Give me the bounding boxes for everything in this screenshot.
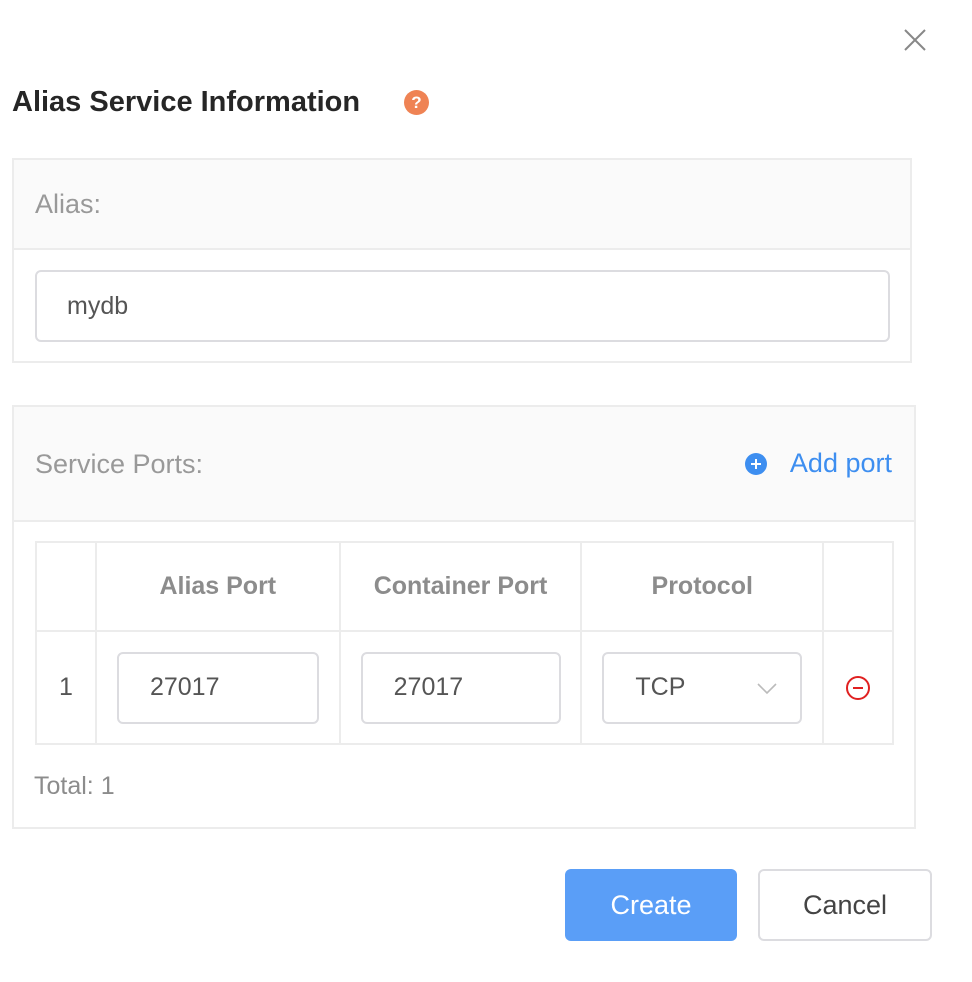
plus-circle-icon xyxy=(744,452,767,475)
protocol-value: TCP xyxy=(635,673,686,701)
remove-port-icon[interactable] xyxy=(845,675,871,701)
service-ports-label: Service Ports: xyxy=(35,448,204,479)
alias-port-cell: 27017 xyxy=(96,632,341,745)
alias-port-value: 27017 xyxy=(149,673,220,701)
col-action xyxy=(824,543,895,632)
remove-cell xyxy=(824,632,894,745)
add-port-label: Add port xyxy=(789,448,892,478)
alias-input-value: mydb xyxy=(67,291,129,320)
col-index xyxy=(37,543,97,632)
protocol-cell: TCP xyxy=(582,632,825,745)
add-port-button[interactable]: Add port xyxy=(744,448,892,479)
close-icon xyxy=(904,29,926,51)
row-index-value: 1 xyxy=(59,673,73,701)
container-port-value: 27017 xyxy=(393,673,464,701)
dialog-title: Alias Service Information xyxy=(12,86,361,118)
close-button[interactable] xyxy=(902,27,928,53)
protocol-select[interactable]: TCP xyxy=(602,651,803,724)
alias-input[interactable]: mydb xyxy=(35,270,890,342)
col-container-port: Container Port xyxy=(340,543,583,632)
col-alias-port: Alias Port xyxy=(96,543,341,632)
alias-port-input[interactable]: 27017 xyxy=(116,651,319,724)
ports-table: Alias Port Container Port Protocol 1 270… xyxy=(35,541,895,745)
total-count: Total: 1 xyxy=(34,772,115,800)
cancel-button[interactable]: Cancel xyxy=(758,869,932,941)
chevron-down-icon xyxy=(757,682,777,694)
row-index: 1 xyxy=(37,632,97,745)
alias-label: Alias: xyxy=(35,189,102,219)
table-row: 1 27017 27017 TCP xyxy=(37,632,894,745)
service-ports-header: Service Ports: Add port xyxy=(14,407,914,522)
container-port-input[interactable]: 27017 xyxy=(360,651,561,724)
help-icon[interactable]: ? xyxy=(404,90,429,115)
col-protocol: Protocol xyxy=(582,543,825,632)
table-header-row: Alias Port Container Port Protocol xyxy=(37,543,895,632)
alias-card-header: Alias: xyxy=(14,160,910,250)
container-port-cell: 27017 xyxy=(340,632,583,745)
create-button[interactable]: Create xyxy=(565,869,737,941)
